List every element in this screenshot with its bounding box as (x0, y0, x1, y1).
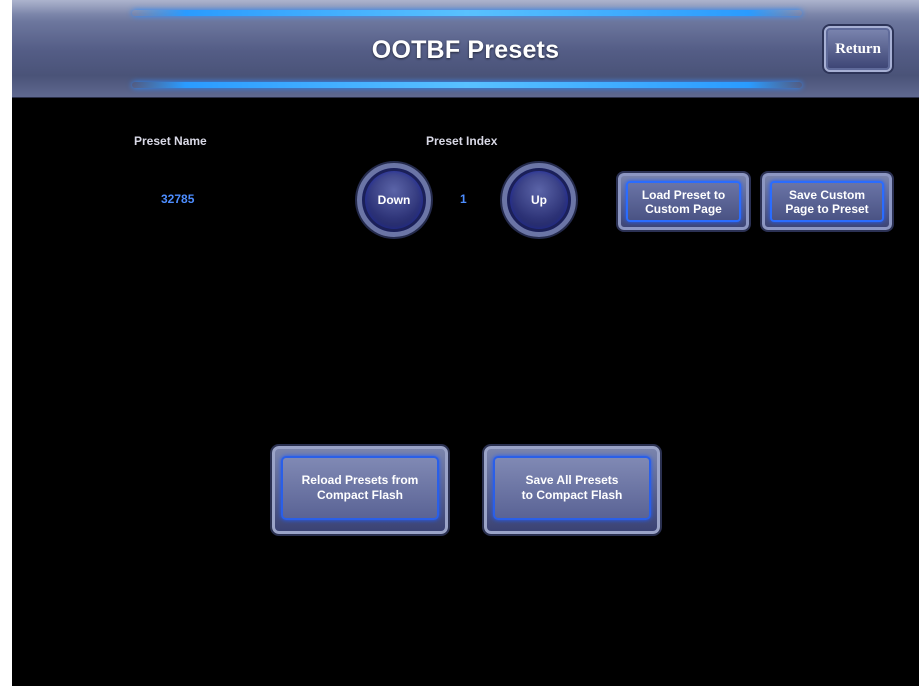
page-title: OOTBF Presets (371, 36, 560, 64)
return-button[interactable]: Return (824, 26, 892, 72)
down-button[interactable]: Down (357, 163, 431, 237)
reload-presets-button[interactable]: Reload Presets from Compact Flash (272, 446, 448, 534)
presets-screen: OOTBF Presets Return Preset Name 32785 P… (12, 0, 919, 686)
save-all-presets-button[interactable]: Save All Presets to Compact Flash (484, 446, 660, 534)
header-top-glow (132, 10, 802, 16)
preset-index-label: Preset Index (426, 134, 498, 148)
load-preset-button[interactable]: Load Preset to Custom Page (618, 173, 749, 230)
load-preset-button-label: Load Preset to Custom Page (626, 181, 741, 222)
preset-name-value: 32785 (161, 192, 195, 206)
header-bar: OOTBF Presets Return (12, 0, 919, 98)
preset-index-value: 1 (460, 192, 467, 206)
save-all-presets-button-label: Save All Presets to Compact Flash (493, 456, 651, 520)
preset-name-label: Preset Name (134, 134, 207, 148)
up-button[interactable]: Up (502, 163, 576, 237)
save-custom-page-button[interactable]: Save Custom Page to Preset (762, 173, 892, 230)
reload-presets-button-label: Reload Presets from Compact Flash (281, 456, 439, 520)
header-bottom-glow (132, 82, 802, 88)
save-custom-page-button-label: Save Custom Page to Preset (770, 181, 884, 222)
